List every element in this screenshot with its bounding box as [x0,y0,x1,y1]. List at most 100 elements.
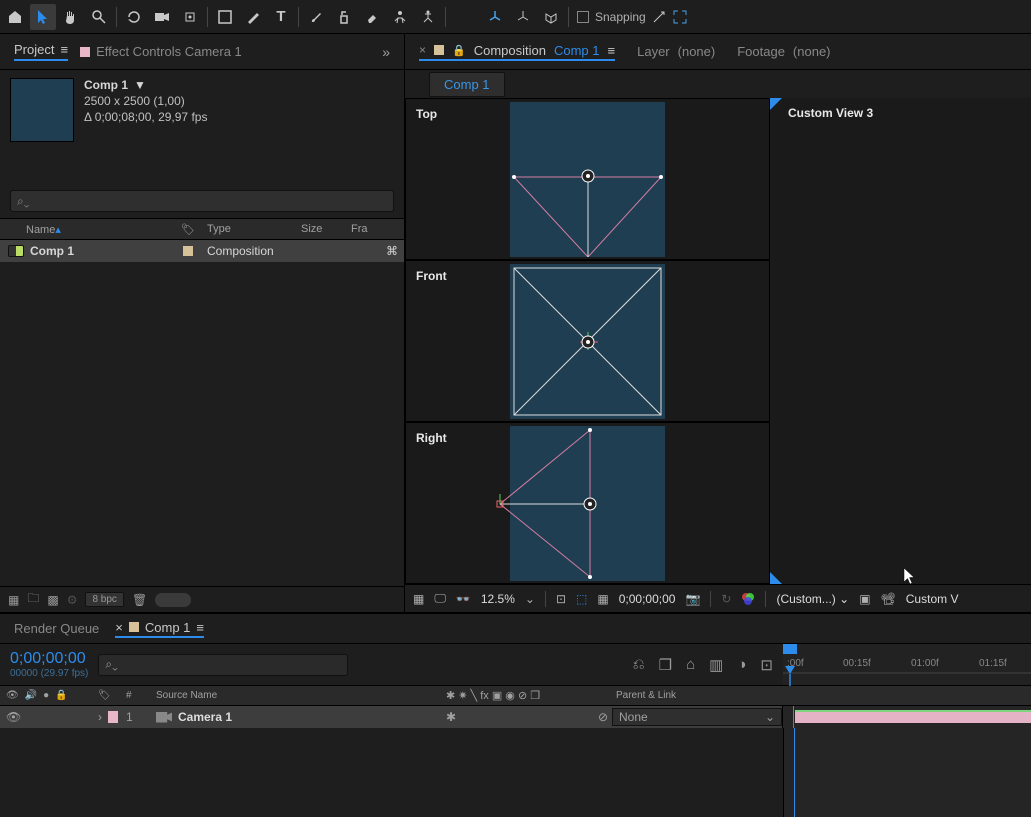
puppet-tool-icon[interactable] [415,4,441,30]
audio-col-icon[interactable]: 🔊 [25,690,37,701]
comp-subtab[interactable]: Comp 1 [429,72,505,97]
project-search[interactable]: ⌕⌄ [10,190,394,212]
item-color-chip[interactable] [183,246,193,256]
view-custom[interactable]: Custom View 3 [770,98,1031,584]
tab-footage[interactable]: Footage (none) [737,44,830,59]
tab-timeline-comp[interactable]: ×Comp 1 ≡ [115,620,204,638]
zoom-dropdown-icon[interactable]: ⌄ [525,592,535,606]
sort-icon[interactable]: ▴ [55,224,61,236]
col-type[interactable]: Type [201,223,301,235]
tab-menu-icon[interactable]: ≡ [196,620,204,635]
tag-icon[interactable]: 🏷 [181,223,195,236]
snapping-toggle[interactable]: Snapping [573,9,692,25]
view-select[interactable]: (Custom...) ⌄ [776,592,849,606]
draft3d-icon[interactable]: ❒ [659,656,672,674]
type-tool-icon[interactable]: T [268,4,294,30]
eraser-tool-icon[interactable] [359,4,385,30]
parent-value[interactable]: None [619,710,648,724]
interpret-icon[interactable]: ▦ [8,593,19,607]
channels-icon[interactable] [741,592,755,606]
tab-composition[interactable]: × 🔒 Composition Comp 1 ≡ [419,43,615,61]
mask-icon[interactable]: 👓 [456,592,471,606]
col-parent[interactable]: Parent & Link [612,690,782,701]
switch-link[interactable]: ⊘ [598,710,608,724]
tab-close-icon[interactable]: × [115,620,123,635]
tab-project[interactable]: Project ≡ [14,42,68,61]
snap-opts-icon[interactable] [652,10,666,24]
layer-bar[interactable] [795,710,1031,723]
label-col-icon[interactable]: 🏷 [98,690,111,701]
view-front[interactable]: Front [405,260,770,422]
zoom-value[interactable]: 12.5% [481,592,515,606]
tab-effect-controls[interactable]: Effect Controls Camera 1 [80,44,242,59]
lock-col-icon[interactable]: 🔒 [55,690,67,701]
snap-expand-icon[interactable] [672,9,688,25]
clone-tool-icon[interactable] [331,4,357,30]
res-icon[interactable]: ⊡ [556,592,566,606]
shy-icon[interactable]: ⌂ [686,656,695,674]
snapping-checkbox[interactable] [577,11,589,23]
tab-layer[interactable]: Layer (none) [637,44,715,59]
col-size[interactable]: Size [301,223,351,235]
rect-tool-icon[interactable] [212,4,238,30]
hand-tool-icon[interactable] [58,4,84,30]
refresh-icon[interactable]: ↻ [721,592,731,606]
solo-col-icon[interactable]: ● [43,690,49,701]
new-folder-icon[interactable]: 🗀 [27,589,39,610]
eye-col-icon[interactable]: 👁 [6,690,19,701]
tab-render-queue[interactable]: Render Queue [14,621,99,636]
safe-icon[interactable]: ⬚ [576,592,587,606]
expand-icon[interactable]: › [98,710,102,724]
trash-icon[interactable]: 🗑 [132,593,147,607]
motion-blur-icon[interactable]: ◑ [737,656,746,674]
pen-tool-icon[interactable] [240,4,266,30]
alpha-icon[interactable]: ▦ [413,592,424,606]
camera-view-icon[interactable]: 📽 [881,592,896,606]
right-view-label[interactable]: Custom V [906,592,959,606]
col-name[interactable]: Name [26,224,55,236]
view-layout-icon[interactable]: ▣ [859,592,870,606]
selection-tool-icon[interactable] [30,4,56,30]
parent-dropdown-icon[interactable]: ⌄ [765,710,775,724]
flowchart-icon[interactable]: ⌘ [386,244,398,258]
project-item-row[interactable]: Comp 1 Composition ⌘ [0,240,404,262]
col-source[interactable]: Source Name [152,690,442,701]
switches-icons[interactable]: ✱ ✷ ╲ fx ▣ ◉ ⊘ ❒ [446,689,540,702]
view-right[interactable]: Right [405,422,770,584]
col-number[interactable]: # [122,690,152,701]
frame-blend-icon[interactable]: ▥ [709,656,723,674]
comp-mini-icon[interactable]: ⎌ [633,656,645,674]
comp-thumbnail[interactable] [10,78,74,142]
col-framerate[interactable]: Fra [351,223,404,235]
tab-menu-icon[interactable]: ≡ [608,43,616,58]
zoom-tool-icon[interactable] [86,4,112,30]
menu-icon[interactable]: ≡ [60,42,68,57]
grid-icon[interactable]: ▦ [597,592,608,606]
axis-local-icon[interactable] [482,4,508,30]
new-comp-icon[interactable]: ▩ [47,593,58,607]
switch-shy[interactable]: ✱ [446,710,456,724]
axis-world-icon[interactable] [510,4,536,30]
dropdown-icon[interactable]: ▼ [134,78,146,92]
close-tab-icon[interactable]: × [419,43,426,57]
snapshot-icon[interactable]: 📷 [685,592,700,606]
timecode[interactable]: 0;00;00;00 [10,650,88,668]
lock-icon[interactable]: 🔒 [452,44,466,57]
time-display[interactable]: 0;00;00;00 [619,592,676,606]
time-ruler[interactable]: :00f 00:15f 01:00f 01:15f [783,644,1031,685]
panel-overflow-icon[interactable]: » [382,44,390,60]
axis-view-icon[interactable] [538,4,564,30]
orbit-tool-icon[interactable] [121,4,147,30]
layer-color[interactable] [108,711,118,723]
home-icon[interactable] [2,4,28,30]
visibility-toggle[interactable]: 👁 [6,710,21,724]
monitor-icon[interactable]: 🖵 [434,591,446,606]
brush-tool-icon[interactable] [303,4,329,30]
layer-row[interactable]: 👁 › 1 Camera 1 ✱⊘ None⌄ [0,706,1031,728]
layer-track[interactable] [782,706,1031,728]
graph-icon[interactable]: ⊡ [760,656,773,674]
camera-tool-icon[interactable] [149,4,175,30]
adjustment-icon[interactable]: ⚙ [67,593,78,607]
bpc-button[interactable]: 8 bpc [85,592,123,607]
view-top[interactable]: Top [405,98,770,260]
